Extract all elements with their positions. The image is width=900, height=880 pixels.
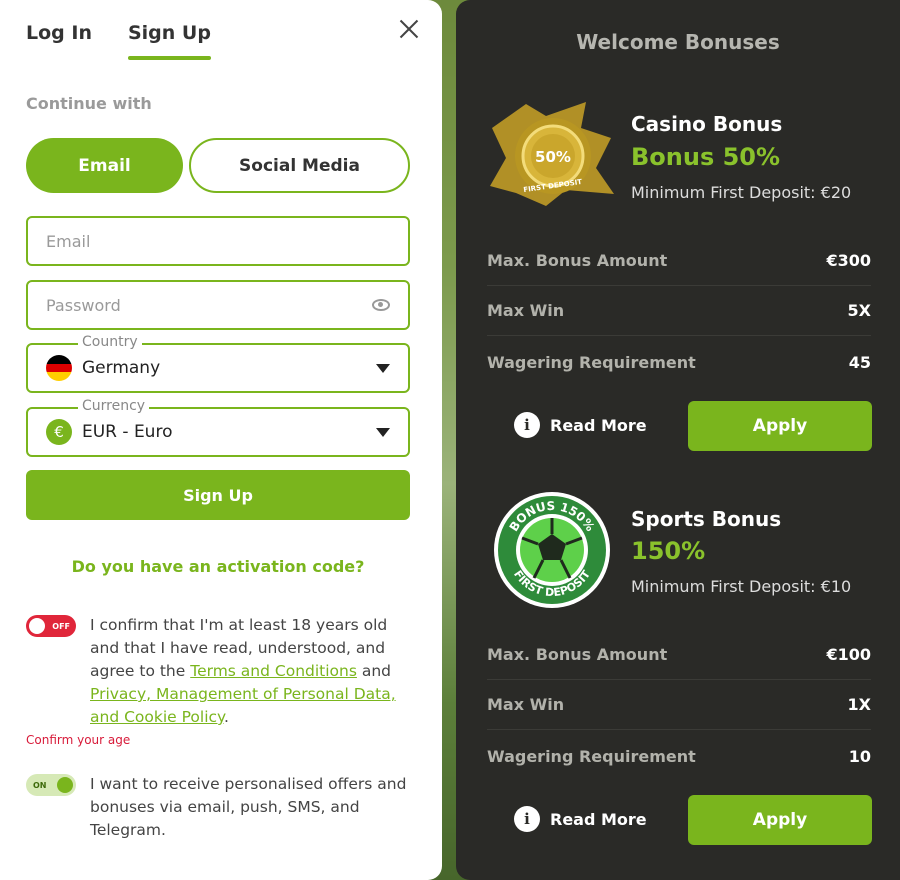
chevron-down-icon: [376, 427, 390, 437]
casino-bonus-badge-icon: 50% FIRST DEPOSIT: [490, 102, 614, 206]
tab-login[interactable]: Log In: [26, 22, 92, 60]
currency-select[interactable]: Currency € EUR - Euro: [26, 398, 410, 457]
toggle-state: OFF: [52, 621, 70, 631]
activation-code-link[interactable]: Do you have an activation code?: [26, 557, 410, 576]
casino-min-deposit: Minimum First Deposit: €20: [631, 183, 852, 202]
close-icon[interactable]: [396, 16, 422, 42]
casino-badge-percent: 50%: [535, 148, 571, 166]
toggle-knob: [29, 618, 45, 634]
sports-row-wagering: Wagering Requirement 10: [487, 731, 871, 781]
auth-panel: Log In Sign Up Continue with Email Socia…: [0, 0, 442, 880]
euro-icon: €: [46, 419, 72, 445]
row-value: 45: [848, 352, 871, 372]
email-input[interactable]: [46, 231, 390, 251]
consent-text-part: .: [224, 708, 229, 726]
casino-bonus-name: Casino Bonus: [631, 112, 783, 136]
sports-read-more-link[interactable]: i Read More: [514, 806, 647, 832]
chevron-down-icon: [376, 363, 390, 373]
sports-row-max-win: Max Win 1X: [487, 680, 871, 730]
sports-row-max-bonus: Max. Bonus Amount €100: [487, 630, 871, 680]
casino-bonus-headline: Bonus 50%: [631, 143, 781, 171]
info-icon: i: [514, 412, 540, 438]
sports-min-deposit: Minimum First Deposit: €10: [631, 577, 852, 596]
row-value: 5X: [847, 301, 871, 320]
read-more-label: Read More: [550, 809, 647, 829]
read-more-label: Read More: [550, 415, 647, 435]
password-field: [26, 280, 410, 330]
tab-signup[interactable]: Sign Up: [127, 22, 211, 60]
age-confirm-toggle[interactable]: OFF: [26, 615, 76, 637]
bonuses-panel: Welcome Bonuses 50% FIRST DEPOSIT Casino…: [456, 0, 900, 880]
age-consent-text: I confirm that I'm at least 18 years old…: [90, 614, 410, 729]
row-value: €300: [826, 251, 871, 270]
privacy-link[interactable]: Privacy, Management of Personal Data, an…: [90, 685, 396, 726]
row-value: €100: [826, 645, 871, 664]
email-method-button[interactable]: Email: [26, 138, 183, 193]
age-error-message: Confirm your age: [26, 733, 131, 747]
currency-value: EUR - Euro: [82, 422, 173, 442]
casino-row-max-win: Max Win 5X: [487, 286, 871, 336]
consent-text-part: and: [356, 662, 392, 680]
offers-consent-text: I want to receive personalised offers an…: [90, 775, 407, 839]
casino-read-more-link[interactable]: i Read More: [514, 412, 647, 438]
auth-tabs: Log In Sign Up: [26, 22, 211, 60]
eye-icon[interactable]: [372, 299, 390, 311]
casino-row-wagering: Wagering Requirement 45: [487, 337, 871, 387]
casino-apply-button[interactable]: Apply: [688, 401, 872, 451]
row-label: Max Win: [487, 695, 565, 714]
sports-bonus-headline: 150%: [631, 537, 706, 565]
password-input[interactable]: [46, 295, 372, 315]
toggle-knob: [57, 777, 73, 793]
social-method-button[interactable]: Social Media: [189, 138, 410, 193]
row-value: 10: [848, 746, 871, 766]
row-label: Wagering Requirement: [487, 352, 696, 372]
info-icon: i: [514, 806, 540, 832]
row-label: Max Win: [487, 301, 565, 320]
toggle-state: ON: [33, 780, 47, 790]
sports-bonus-name: Sports Bonus: [631, 507, 782, 531]
casino-row-max-bonus: Max. Bonus Amount €300: [487, 236, 871, 286]
row-value: 1X: [847, 695, 871, 714]
bonuses-title: Welcome Bonuses: [576, 30, 780, 54]
germany-flag-icon: [46, 355, 72, 381]
signup-method-switch: Email Social Media: [26, 138, 410, 193]
signup-submit-button[interactable]: Sign Up: [26, 470, 410, 520]
sports-bonus-badge-icon: BONUS 150% FIRST DEPOSIT: [494, 492, 610, 608]
row-label: Max. Bonus Amount: [487, 251, 668, 270]
country-select[interactable]: Country Germany: [26, 334, 410, 393]
continue-with-label: Continue with: [26, 94, 152, 113]
row-label: Max. Bonus Amount: [487, 645, 668, 664]
row-label: Wagering Requirement: [487, 746, 696, 766]
email-field: [26, 216, 410, 266]
sports-apply-button[interactable]: Apply: [688, 795, 872, 845]
country-label: Country: [78, 334, 142, 350]
country-value: Germany: [82, 358, 161, 378]
terms-link[interactable]: Terms and Conditions: [190, 662, 357, 680]
currency-label: Currency: [78, 398, 150, 414]
offers-toggle[interactable]: ON: [26, 774, 76, 796]
